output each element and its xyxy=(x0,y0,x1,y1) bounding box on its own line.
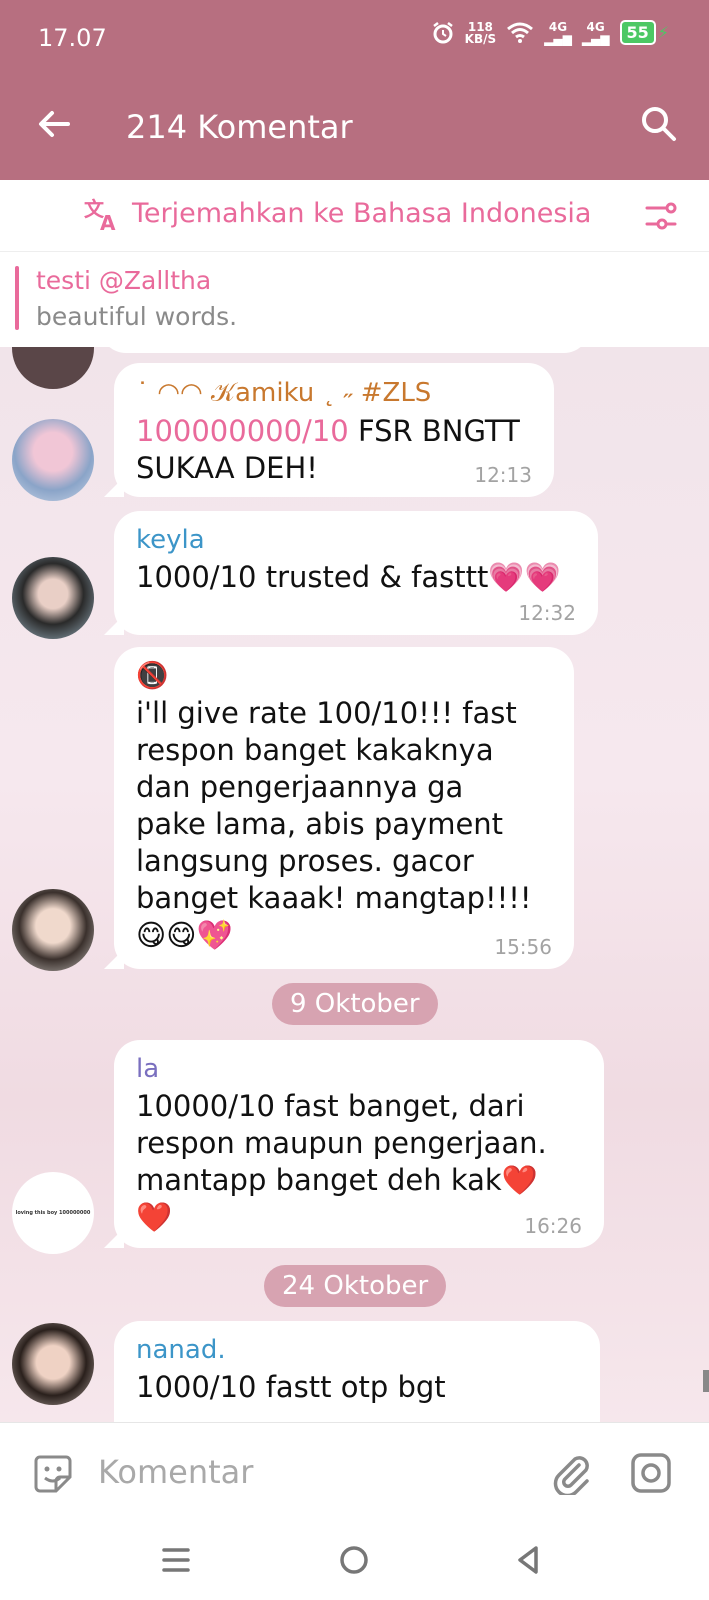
menu-icon[interactable] xyxy=(156,1540,196,1580)
message-text: 10000/10 fast banget, dari respon maupun… xyxy=(136,1089,547,1234)
bubble-tail xyxy=(104,949,124,969)
message-bubble[interactable]: nanad. 1000/10 fastt otp bgt xyxy=(114,1321,600,1422)
message-bubble[interactable]: ˙ ◠◠ 𝒦amiku ˛ ˶ #ZLS 100000000/10 FSR BN… xyxy=(104,363,554,497)
signal-bars-icon: ▂▄▆ xyxy=(581,31,610,46)
message-bubble-partial[interactable] xyxy=(100,347,590,353)
date-separator: 9 Oktober xyxy=(272,983,438,1025)
charging-icon: ⚡ xyxy=(657,23,669,42)
home-icon[interactable] xyxy=(334,1540,374,1580)
alarm-icon xyxy=(432,21,453,43)
net-speed-unit: KB/S xyxy=(464,31,497,46)
avatar[interactable] xyxy=(12,347,94,389)
pinned-message[interactable]: testi @Zalltha beautiful words. xyxy=(0,252,709,347)
bubble-tail xyxy=(104,615,124,635)
comment-input[interactable]: Komentar xyxy=(98,1453,253,1491)
author-name[interactable]: 📵 xyxy=(136,661,552,691)
wifi-icon xyxy=(507,22,534,43)
signal-2: 4G ▂▄▆ xyxy=(582,21,610,45)
comment-composer: Komentar xyxy=(0,1422,709,1522)
message-time: 16:26 xyxy=(524,1214,582,1238)
author-name[interactable]: keyla xyxy=(136,525,576,555)
rating-highlight: 100000000/10 xyxy=(136,414,349,448)
pinned-indicator xyxy=(15,266,19,330)
translate-icon: 文A xyxy=(84,197,116,234)
sticker-icon[interactable] xyxy=(30,1451,76,1497)
status-bar: 17.07 118 KB/S 4G ▂▄▆ 4G ▂▄▆ 55 ⚡ xyxy=(0,0,709,80)
app-bar: 214 Komentar xyxy=(0,80,709,180)
avatar[interactable] xyxy=(12,419,94,501)
net-speed-value: 118 xyxy=(467,19,493,34)
message-bubble[interactable]: keyla 1000/10 trusted & fasttt💗💗 12:32 xyxy=(104,511,598,635)
avatar-caption: loving this boy 100000000 xyxy=(15,1210,91,1216)
message-text: 1000/10 trusted & fasttt💗💗 xyxy=(136,560,561,594)
page-title: 214 Komentar xyxy=(126,108,353,146)
attach-icon[interactable] xyxy=(549,1451,593,1495)
search-icon[interactable] xyxy=(639,104,679,144)
message-text: 1000/10 fastt otp bgt xyxy=(136,1370,446,1404)
battery: 55 ⚡ xyxy=(619,20,669,45)
author-name[interactable]: ˙ ◠◠ 𝒦amiku ˛ ˶ #ZLS xyxy=(136,377,532,409)
signal-2-label: 4G xyxy=(586,19,605,34)
message-time: 12:32 xyxy=(518,601,576,625)
avatar[interactable]: loving this boy 100000000 xyxy=(12,1172,94,1254)
date-separator: 24 Oktober xyxy=(264,1265,447,1307)
message-bubble[interactable]: 📵 i'll give rate 100/10!!! fast respon b… xyxy=(104,647,574,969)
scrollbar[interactable] xyxy=(703,1370,709,1392)
translate-bar[interactable]: 文A Terjemahkan ke Bahasa Indonesia xyxy=(0,180,709,252)
message-text: i'll give rate 100/10!!! fast respon ban… xyxy=(136,696,532,952)
camera-icon[interactable] xyxy=(629,1451,673,1495)
back-arrow-icon[interactable] xyxy=(34,104,74,144)
message-text: 100000000/10 FSR BNGTT SUKAA DEH! xyxy=(136,413,532,487)
message-time: 15:56 xyxy=(494,935,552,959)
bubble-tail xyxy=(104,1228,124,1248)
status-icons: 118 KB/S 4G ▂▄▆ 4G ▂▄▆ 55 ⚡ xyxy=(431,20,669,45)
pinned-text: beautiful words. xyxy=(36,302,238,331)
author-name[interactable]: la xyxy=(136,1054,582,1084)
system-nav-bar xyxy=(0,1522,709,1600)
comment-list[interactable]: ˙ ◠◠ 𝒦amiku ˛ ˶ #ZLS 100000000/10 FSR BN… xyxy=(0,347,709,1422)
status-time: 17.07 xyxy=(38,24,107,52)
battery-level: 55 xyxy=(619,20,656,45)
signal-1-label: 4G xyxy=(548,19,568,34)
back-icon[interactable] xyxy=(508,1540,548,1580)
bubble-tail xyxy=(104,477,124,497)
pinned-title: testi @Zalltha xyxy=(36,266,212,295)
avatar[interactable] xyxy=(12,557,94,639)
author-name[interactable]: nanad. xyxy=(136,1335,578,1365)
translate-label[interactable]: Terjemahkan ke Bahasa Indonesia xyxy=(132,198,591,229)
signal-1: 4G ▂▄▆ xyxy=(544,21,572,45)
signal-bars-icon: ▂▄▆ xyxy=(544,31,572,46)
avatar[interactable] xyxy=(12,1323,94,1405)
message-time: 12:13 xyxy=(474,463,532,487)
avatar[interactable] xyxy=(12,889,94,971)
svg-text:A: A xyxy=(100,211,116,234)
net-speed: 118 KB/S xyxy=(465,21,496,45)
message-bubble[interactable]: la 10000/10 fast banget, dari respon mau… xyxy=(104,1040,604,1248)
translate-settings-icon[interactable] xyxy=(643,198,679,234)
